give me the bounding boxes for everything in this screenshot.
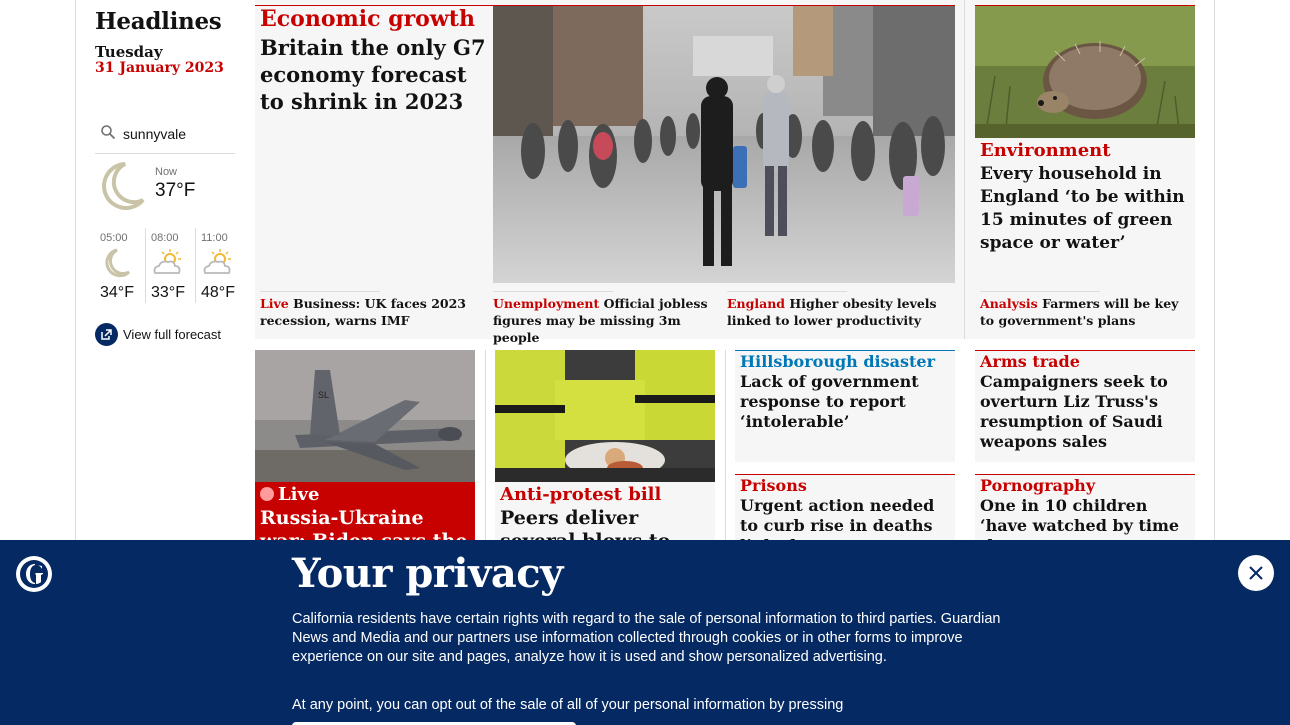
forecast-temp: 34°F (100, 284, 134, 301)
moon-icon (102, 162, 145, 210)
view-full-forecast-label: View full forecast (123, 326, 222, 342)
hillsborough-kicker: Hillsborough disaster (740, 352, 935, 371)
sublink-business[interactable]: Live Business: UK faces 2023 recession, … (260, 295, 485, 329)
now-label: Now (155, 166, 178, 178)
close-button[interactable] (1238, 555, 1274, 591)
sublink-analysis[interactable]: Analysis Farmers will be key to governme… (980, 295, 1192, 329)
card-top-rule (975, 350, 1195, 351)
sublink-kicker: England (727, 296, 786, 311)
guardian-logo-icon (16, 556, 52, 592)
live-pulse-icon (260, 487, 274, 501)
moon-icon (105, 248, 131, 278)
sublink-headline: Business: UK faces 2023 recession, warns… (260, 296, 466, 328)
jet-photo: SL (255, 350, 475, 482)
sublink-unemployment[interactable]: Unemployment Official jobless figures ma… (493, 295, 718, 346)
column-divider (964, 0, 965, 339)
external-link-icon (95, 322, 118, 346)
weather-location-search[interactable]: sunnyvale (95, 118, 235, 154)
card-top-rule (735, 474, 955, 475)
forecast-temp: 48°F (201, 284, 235, 301)
now-temperature: 37°F (155, 180, 196, 201)
environment-kicker: Environment (980, 140, 1111, 161)
sublink-kicker: Unemployment (493, 296, 600, 311)
sublink-rule (980, 291, 1100, 292)
card-top-rule (975, 474, 1195, 475)
anti-protest-kicker: Anti-protest bill (500, 484, 662, 505)
prisons-headline[interactable]: Urgent action needed to curb rise in dea… (740, 496, 952, 540)
arms-trade-kicker: Arms trade (980, 352, 1080, 371)
partly-cloudy-icon (203, 249, 231, 274)
close-icon (1249, 566, 1263, 580)
arms-trade-headline[interactable]: Campaigners seek to overturn Liz Truss's… (980, 372, 1192, 452)
pornography-headline[interactable]: One in 10 children ‘have watched by time… (980, 496, 1192, 540)
hillsborough-card[interactable]: Hillsborough disaster Lack of government… (735, 350, 955, 462)
svg-text:SL: SL (318, 390, 329, 400)
anti-protest-card[interactable]: Anti-protest bill Peers deliver several … (495, 350, 715, 540)
live-headline[interactable]: Russia-Ukraine war: Biden says the US wi… (260, 507, 472, 540)
date-full: 31 January 2023 (95, 60, 224, 76)
privacy-banner: Your privacy California residents have c… (0, 540, 1290, 725)
forecast-item: 08:00 33°F (145, 228, 195, 303)
view-full-forecast-link[interactable]: View full forecast (95, 322, 221, 346)
pornography-card[interactable]: Pornography One in 10 children ‘have wat… (975, 474, 1195, 540)
privacy-text: California residents have certain rights… (292, 611, 1001, 665)
sublink-kicker: Analysis (980, 296, 1038, 311)
hedgehog-photo (975, 6, 1195, 138)
live-kicker: Live (278, 484, 320, 505)
environment-headline[interactable]: Every household in England ‘to be within… (980, 163, 1192, 255)
section-title: Headlines (95, 8, 222, 35)
column-divider (485, 350, 486, 540)
forecast-time: 05:00 (100, 232, 128, 244)
hillsborough-headline[interactable]: Lack of government response to report ‘i… (740, 372, 952, 432)
sublink-kicker: Live (260, 296, 289, 311)
lead-story-card[interactable]: Economic growth Britain the only G7 econ… (255, 0, 491, 290)
partly-cloudy-icon (153, 249, 181, 274)
forecast-item: 05:00 34°F (95, 228, 145, 303)
forecast-time: 08:00 (151, 232, 179, 244)
search-icon (101, 125, 116, 140)
lead-kicker: Economic growth (260, 6, 475, 32)
pornography-kicker: Pornography (980, 476, 1096, 495)
lead-photo (493, 6, 955, 283)
sublink-rule (493, 291, 613, 292)
date-day: Tuesday (95, 43, 163, 61)
sublink-england[interactable]: England Higher obesity levels linked to … (727, 295, 952, 329)
privacy-optout-text: At any point, you can opt out of the sal… (292, 697, 844, 713)
forecast-time: 11:00 (201, 232, 228, 244)
card-top-rule (735, 350, 955, 351)
forecast-temp: 33°F (151, 284, 185, 301)
hourly-forecast: 05:00 34°F 08:00 33°F 11:00 48°F (95, 228, 240, 303)
privacy-title: Your privacy (292, 550, 563, 597)
police-arrest-photo (495, 350, 715, 482)
lead-headline[interactable]: Britain the only G7 economy forecast to … (260, 34, 490, 115)
column-divider (725, 350, 726, 540)
arms-trade-card[interactable]: Arms trade Campaigners seek to overturn … (975, 350, 1195, 462)
environment-story-card[interactable]: Environment Every household in England ‘… (975, 6, 1195, 296)
location-input[interactable]: sunnyvale (123, 126, 186, 142)
forecast-item: 11:00 48°F (195, 228, 245, 303)
sublink-rule (260, 291, 380, 292)
anti-protest-headline[interactable]: Peers deliver several blows to governmen… (500, 507, 712, 540)
prisons-kicker: Prisons (740, 476, 807, 495)
live-ukraine-card[interactable]: SL Live Russia-Ukraine war: Biden says t… (255, 350, 475, 540)
sublink-rule (727, 291, 847, 292)
prisons-card[interactable]: Prisons Urgent action needed to curb ris… (735, 474, 955, 540)
